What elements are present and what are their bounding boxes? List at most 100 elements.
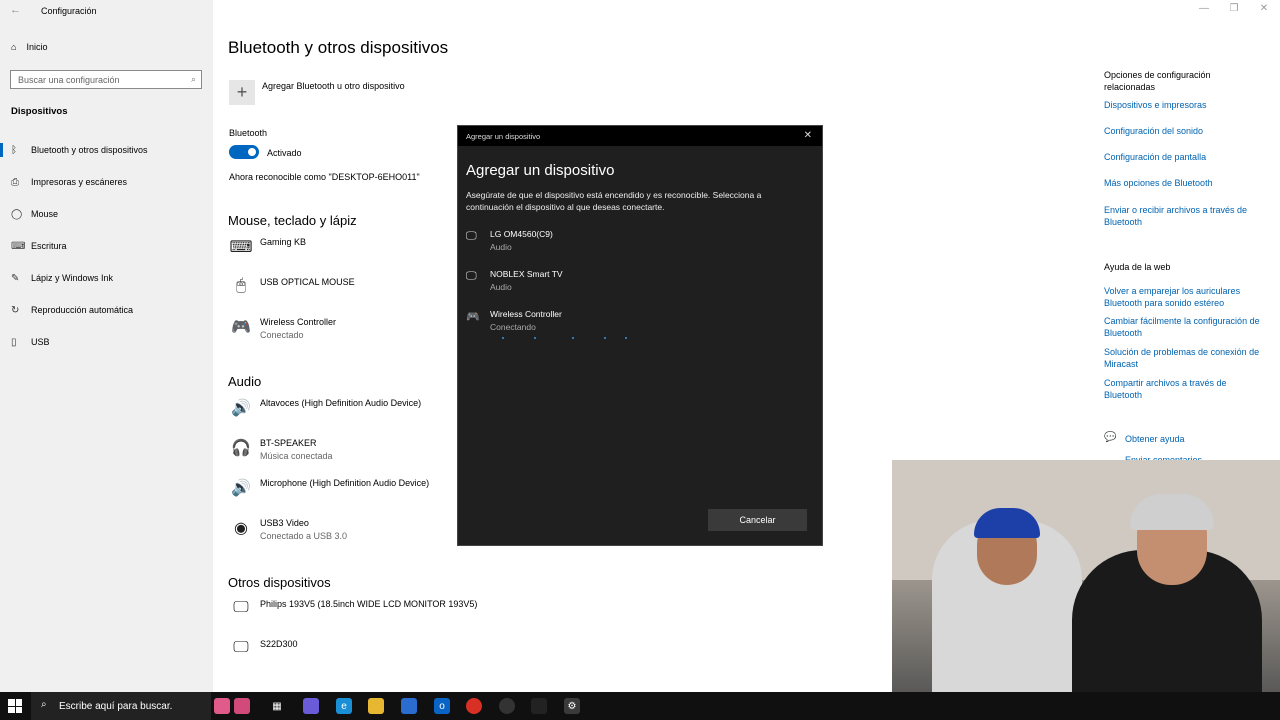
taskbar-search-placeholder: Escribe aquí para buscar. xyxy=(59,700,173,712)
device-name: Microphone (High Definition Audio Device… xyxy=(260,478,430,488)
cancel-button[interactable]: Cancelar xyxy=(708,509,807,531)
app-icon[interactable] xyxy=(499,698,515,714)
sidebar-item-home[interactable]: ⌂ Inicio xyxy=(11,42,47,52)
back-arrow-icon[interactable]: ← xyxy=(10,4,21,16)
taskbar-search[interactable]: ⌕ Escribe aquí para buscar. xyxy=(31,692,211,720)
chrome-icon[interactable] xyxy=(466,698,482,714)
device-name: Altavoces (High Definition Audio Device) xyxy=(260,398,422,408)
monitor-icon: 🖵 xyxy=(466,270,477,282)
sidebar-item-pen[interactable]: ✎ Lápiz y Windows Ink xyxy=(0,267,213,289)
dialog-heading: Agregar un dispositivo xyxy=(466,162,615,179)
device-name: BT-SPEAKER xyxy=(260,438,317,448)
get-help-link[interactable]: Obtener ayuda xyxy=(1125,433,1245,445)
sidebar-item-label: Reproducción automática xyxy=(31,305,134,315)
add-device-dialog: Agregar un dispositivo ✕ Agregar un disp… xyxy=(457,125,823,546)
speaker-icon: 🔊 xyxy=(231,400,251,417)
sidebar-item-autoplay[interactable]: ↻ Reproducción automática xyxy=(0,299,213,321)
help-link[interactable]: Compartir archivos a través de Bluetooth xyxy=(1104,377,1264,401)
discoverable-text: Ahora reconocible como "DESKTOP-6EHO011" xyxy=(229,172,420,182)
sidebar-item-label: Inicio xyxy=(26,42,48,52)
tulips-icon[interactable] xyxy=(234,698,250,714)
group-title-audio: Audio xyxy=(228,374,262,389)
device-status: Conectado xyxy=(260,330,304,340)
help-link[interactable]: Solución de problemas de conexión de Mir… xyxy=(1104,346,1264,370)
sidebar-item-label: USB xyxy=(31,337,50,347)
home-icon: ⌂ xyxy=(11,42,17,52)
app-icon[interactable] xyxy=(531,698,547,714)
sidebar-item-label: Impresoras y escáneres xyxy=(31,177,128,187)
window-title: Configuración xyxy=(41,6,97,16)
settings-search-input[interactable]: Buscar una configuración ⌕ xyxy=(10,70,202,89)
section-title: Dispositivos xyxy=(11,106,68,117)
group-title-other: Otros dispositivos xyxy=(228,575,331,590)
device-name: Wireless Controller xyxy=(260,317,337,327)
progress-dots xyxy=(498,337,638,341)
bluetooth-toggle[interactable] xyxy=(229,145,259,159)
link-devices-printers[interactable]: Dispositivos e impresoras xyxy=(1104,99,1264,111)
link-send-files[interactable]: Enviar o recibir archivos a través de Bl… xyxy=(1104,204,1264,228)
add-device-label[interactable]: Agregar Bluetooth u otro dispositivo xyxy=(262,81,405,91)
maximize-icon[interactable]: ❐ xyxy=(1224,3,1244,14)
sidebar-item-printers[interactable]: ⎙ Impresoras y escáneres xyxy=(0,171,213,193)
dialog-device-item[interactable]: 🎮 Wireless Controller Conectando xyxy=(466,309,806,339)
chat-icon: 💬 xyxy=(1104,432,1117,443)
device-status: Música conectada xyxy=(260,451,333,461)
group-title-mouse: Mouse, teclado y lápiz xyxy=(228,213,357,228)
edge-icon[interactable]: e xyxy=(336,698,352,714)
sidebar-item-label: Escritura xyxy=(31,241,67,251)
close-icon[interactable]: ✕ xyxy=(804,130,812,141)
link-sound-settings[interactable]: Configuración del sonido xyxy=(1104,125,1264,137)
sidebar-item-usb[interactable]: ▯ USB xyxy=(0,331,213,353)
minimize-icon[interactable]: — xyxy=(1194,3,1214,14)
settings-gear-icon[interactable]: ⚙ xyxy=(564,698,580,714)
device-name: NOBLEX Smart TV xyxy=(490,269,563,279)
windows-start-icon[interactable] xyxy=(8,699,22,713)
usb-icon: ▯ xyxy=(11,336,17,348)
device-status: Conectando xyxy=(490,322,536,332)
sidebar-item-typing[interactable]: ⌨ Escritura xyxy=(0,235,213,257)
monitor-icon: 🖵 xyxy=(233,599,249,616)
autoplay-icon: ↻ xyxy=(11,304,20,316)
webcam-overlay xyxy=(892,460,1280,720)
bluetooth-label: Bluetooth xyxy=(229,128,268,138)
device-item[interactable]: 🖵 Philips 193V5 (18.5inch WIDE LCD MONIT… xyxy=(229,599,649,633)
device-item[interactable]: 🖵 S22D300 xyxy=(229,639,649,673)
taskbar: ⌕ Escribe aquí para buscar. ▦ e o ⚙ xyxy=(0,692,1280,720)
dialog-device-item[interactable]: 🖵 LG OM4560(C9) Audio xyxy=(466,229,806,259)
sidebar-item-mouse[interactable]: ◯ Mouse xyxy=(0,203,213,225)
device-name: Gaming KB xyxy=(260,237,307,247)
keyboard-icon: ⌨ xyxy=(11,240,26,252)
copilot-icon[interactable] xyxy=(303,698,319,714)
gamepad-icon: 🎮 xyxy=(466,311,480,323)
monitor-icon: 🖵 xyxy=(466,230,477,242)
link-display-settings[interactable]: Configuración de pantalla xyxy=(1104,151,1264,163)
close-icon[interactable]: ✕ xyxy=(1254,3,1274,14)
outlook-icon[interactable]: o xyxy=(434,698,450,714)
add-device-button[interactable]: + xyxy=(229,80,255,105)
keyboard-icon: ⌨ xyxy=(229,239,253,256)
mouse-icon: ◯ xyxy=(11,208,23,220)
search-icon: ⌕ xyxy=(41,699,47,710)
headphones-icon: 🎧 xyxy=(231,440,251,457)
help-link[interactable]: Volver a emparejar los auriculares Bluet… xyxy=(1104,285,1264,309)
device-name: USB OPTICAL MOUSE xyxy=(260,277,355,287)
device-name: USB3 Video xyxy=(260,518,309,528)
link-more-bluetooth[interactable]: Más opciones de Bluetooth xyxy=(1104,177,1264,189)
dialog-bar-title: Agregar un dispositivo xyxy=(466,132,541,141)
device-name: Wireless Controller xyxy=(490,309,562,319)
webcam-icon: ◉ xyxy=(234,520,248,537)
dialog-title-bar: Agregar un dispositivo ✕ xyxy=(458,126,822,146)
tulips-icon[interactable] xyxy=(214,698,230,714)
file-explorer-icon[interactable] xyxy=(368,698,384,714)
related-title: Opciones de configuración relacionadas xyxy=(1104,70,1211,92)
store-icon[interactable] xyxy=(401,698,417,714)
dialog-device-item[interactable]: 🖵 NOBLEX Smart TV Audio xyxy=(466,269,806,299)
monitor-icon: 🖵 xyxy=(233,639,249,656)
page-title: Bluetooth y otros dispositivos xyxy=(228,38,449,57)
task-view-icon[interactable]: ▦ xyxy=(269,698,285,714)
device-status: Audio xyxy=(490,242,512,252)
search-placeholder: Buscar una configuración xyxy=(18,75,120,85)
sidebar: ⌂ Inicio Buscar una configuración ⌕ Disp… xyxy=(0,0,213,692)
help-link[interactable]: Cambiar fácilmente la configuración de B… xyxy=(1104,315,1264,339)
sidebar-item-bluetooth[interactable]: ᛒ Bluetooth y otros dispositivos xyxy=(0,139,213,161)
